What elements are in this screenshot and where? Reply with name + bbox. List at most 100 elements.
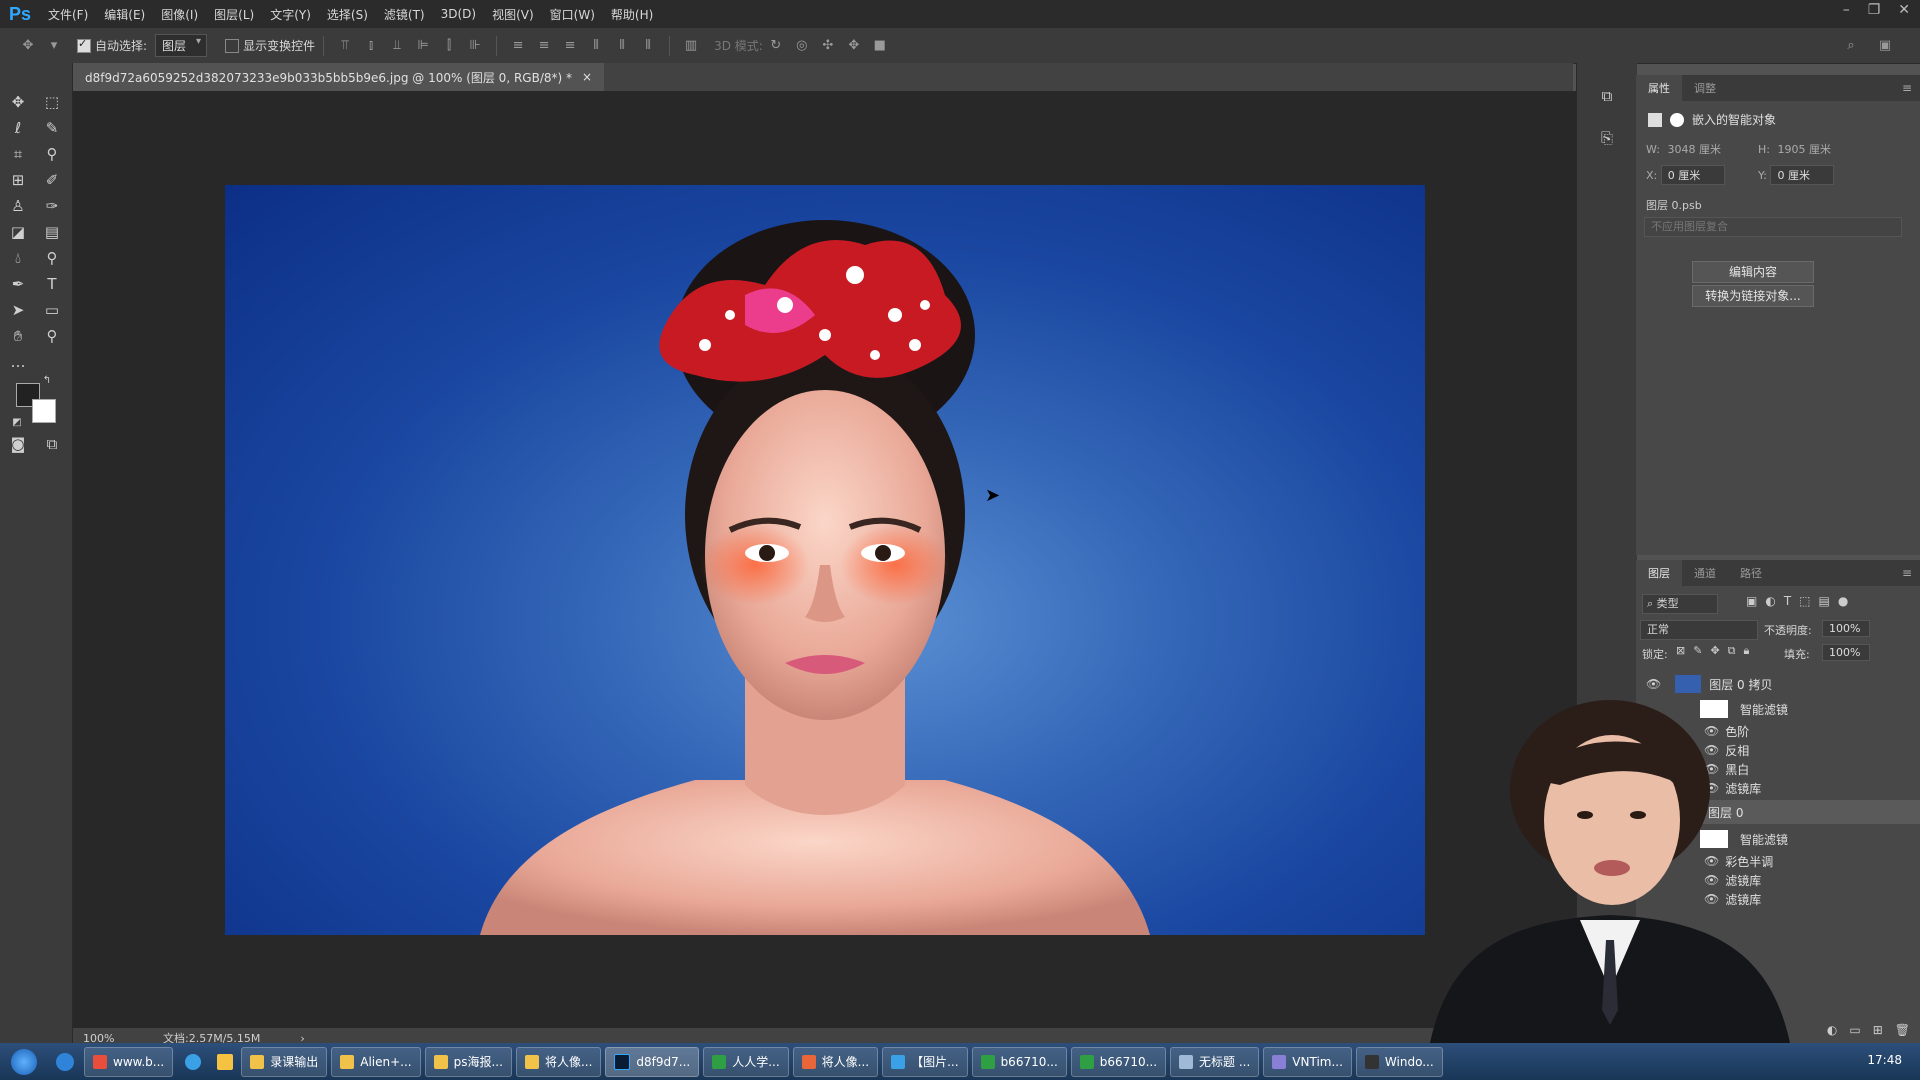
history-brush-tool-icon[interactable]: ✑ <box>40 195 64 217</box>
mask-icon[interactable] <box>1670 112 1684 127</box>
close-window-icon[interactable]: ✕ <box>1898 2 1910 18</box>
show-transform-checkbox[interactable] <box>225 38 240 53</box>
default-colors-icon[interactable]: ◩ <box>10 415 24 429</box>
menu-type[interactable]: 文字(Y) <box>262 6 319 23</box>
filter-toggle-icon[interactable]: ● <box>1838 594 1848 608</box>
move-tool-preset-icon[interactable]: ✥ <box>18 38 38 54</box>
lock-artboard-icon[interactable]: ⧉ <box>1728 644 1736 658</box>
tab-channels[interactable]: 通道 <box>1682 560 1728 586</box>
stamp-tool-icon[interactable]: ♙ <box>6 195 30 217</box>
eyedropper-tool-icon[interactable]: ⚲ <box>40 143 64 165</box>
zoom-tool-icon[interactable]: ⚲ <box>40 325 64 347</box>
properties-panel-icon[interactable]: ⎘ <box>1595 127 1619 149</box>
chevron-down-icon[interactable]: ▾ <box>44 38 64 54</box>
rectangle-tool-icon[interactable]: ▭ <box>40 299 64 321</box>
taskbar-item[interactable]: b66710... <box>1070 1046 1167 1077</box>
app-icon[interactable] <box>217 1053 234 1070</box>
distribute-top-icon[interactable]: ≡ <box>508 38 528 54</box>
close-tab-icon[interactable]: × <box>582 70 592 84</box>
tab-paths[interactable]: 路径 <box>1728 560 1774 586</box>
document-image[interactable] <box>225 185 1425 935</box>
opacity-field[interactable]: 100% <box>1822 620 1870 637</box>
menu-select[interactable]: 选择(S) <box>319 6 376 23</box>
menu-help[interactable]: 帮助(H) <box>603 6 661 23</box>
taskbar-item[interactable]: www.b... <box>84 1046 174 1077</box>
document-tab[interactable]: d8f9d72a6059252d382073233e9b033b5bb5b9e6… <box>73 63 605 91</box>
ie-small-icon[interactable] <box>185 1053 202 1070</box>
align-hcenter-icon[interactable]: ⫿ <box>439 38 459 54</box>
lock-all-icon[interactable]: 🔒︎ <box>1744 644 1750 658</box>
auto-select-dropdown[interactable]: 图层 <box>155 34 208 57</box>
menu-edit[interactable]: 编辑(E) <box>96 6 153 23</box>
move-tool-icon[interactable]: ✥ <box>6 91 30 113</box>
fill-field[interactable]: 100% <box>1822 644 1870 661</box>
taskbar-item[interactable]: 无标题 ... <box>1170 1046 1260 1077</box>
menu-filter[interactable]: 滤镜(T) <box>376 6 433 23</box>
screen-mode-icon[interactable]: ⧉ <box>40 433 64 455</box>
taskbar-item[interactable]: 录课输出 <box>241 1046 328 1077</box>
distribute-right-icon[interactable]: ⦀ <box>638 38 658 54</box>
taskbar-item[interactable]: ps海报... <box>424 1046 512 1077</box>
menu-image[interactable]: 图像(I) <box>153 6 206 23</box>
eraser-tool-icon[interactable]: ◪ <box>6 221 30 243</box>
convert-linked-button[interactable]: 转换为链接对象... <box>1692 285 1814 307</box>
lock-position-icon[interactable]: ✥ <box>1710 644 1719 658</box>
minimize-icon[interactable]: – <box>1843 2 1850 18</box>
delete-layer-icon[interactable]: 🗑︎ <box>1895 1023 1910 1037</box>
pen-tool-icon[interactable]: ✒ <box>6 273 30 295</box>
marquee-tool-icon[interactable]: ⬚ <box>40 91 64 113</box>
3d-roll-icon[interactable]: ◎ <box>792 38 812 54</box>
3d-scale-icon[interactable]: ■ <box>870 38 890 54</box>
swap-colors-icon[interactable]: ↰ <box>40 373 54 387</box>
menu-view[interactable]: 视图(V) <box>484 6 542 23</box>
x-field[interactable]: 0 厘米 <box>1660 165 1725 185</box>
crop-tool-icon[interactable]: ⌗ <box>6 143 30 165</box>
eye-icon[interactable]: 👁︎ <box>1646 677 1661 691</box>
taskbar-item[interactable]: 【图片... <box>882 1046 968 1077</box>
menu-layer[interactable]: 图层(L) <box>206 6 262 23</box>
frame-tool-icon[interactable]: ⊞ <box>6 169 30 191</box>
blur-tool-icon[interactable]: 💧︎ <box>6 247 30 269</box>
clock[interactable]: 17:48 <box>1867 1053 1902 1067</box>
taskbar-item[interactable]: Windo... <box>1355 1046 1443 1077</box>
brush-tool-icon[interactable]: ✐ <box>40 169 64 191</box>
w-value[interactable]: 3048 厘米 <box>1667 143 1721 156</box>
type-tool-icon[interactable]: T <box>40 273 64 295</box>
filter-smart-icon[interactable]: ▤ <box>1819 594 1830 608</box>
edit-contents-button[interactable]: 编辑内容 <box>1692 261 1814 283</box>
quick-select-tool-icon[interactable]: ✎ <box>40 117 64 139</box>
3d-pan-icon[interactable]: ✣ <box>818 38 838 54</box>
align-left-icon[interactable]: ⊫ <box>413 38 433 54</box>
new-layer-icon[interactable]: ⊞ <box>1873 1023 1883 1037</box>
new-group-icon[interactable]: ▭ <box>1849 1023 1860 1037</box>
path-select-tool-icon[interactable]: ➤ <box>6 299 30 321</box>
taskbar-item[interactable]: 将人像... <box>792 1046 879 1077</box>
menu-file[interactable]: 文件(F) <box>40 6 96 23</box>
ie-icon[interactable] <box>56 1052 74 1071</box>
align-top-icon[interactable]: ⫪ <box>335 38 355 54</box>
panel-menu-icon[interactable]: ≡ <box>1902 566 1912 580</box>
filter-type-icon[interactable]: T <box>1784 594 1791 608</box>
distribute-hcenter-icon[interactable]: ⦀ <box>612 38 632 54</box>
panel-menu-icon[interactable]: ≡ <box>1902 81 1912 95</box>
align-vcenter-icon[interactable]: ⫾ <box>361 38 381 54</box>
3d-slide-icon[interactable]: ✥ <box>844 38 864 54</box>
filter-adjust-icon[interactable]: ◐ <box>1765 594 1775 608</box>
start-button[interactable] <box>0 1043 48 1080</box>
lock-transparent-icon[interactable]: ⊠ <box>1676 644 1685 658</box>
menu-window[interactable]: 窗口(W) <box>542 6 603 23</box>
taskbar-item-active[interactable]: d8f9d7... <box>605 1046 700 1077</box>
layer-comp-select[interactable]: 不应用图层复合 <box>1644 217 1902 237</box>
taskbar-item[interactable]: Alien+... <box>331 1046 421 1077</box>
quick-mask-icon[interactable]: ◙ <box>6 433 30 455</box>
more-tools-icon[interactable]: … <box>6 351 30 373</box>
background-color-swatch[interactable] <box>32 399 56 423</box>
workspace-icon[interactable]: ▣ <box>1875 38 1895 54</box>
taskbar-item[interactable]: b66710... <box>971 1046 1067 1077</box>
search-icon[interactable]: ⌕ <box>1841 38 1861 54</box>
align-bottom-icon[interactable]: ⫫ <box>387 38 407 54</box>
tab-adjustments[interactable]: 调整 <box>1682 75 1728 101</box>
taskbar-item[interactable]: 人人学... <box>703 1046 789 1077</box>
h-value[interactable]: 1905 厘米 <box>1777 143 1831 156</box>
taskbar-item[interactable]: VNTim... <box>1263 1046 1352 1077</box>
